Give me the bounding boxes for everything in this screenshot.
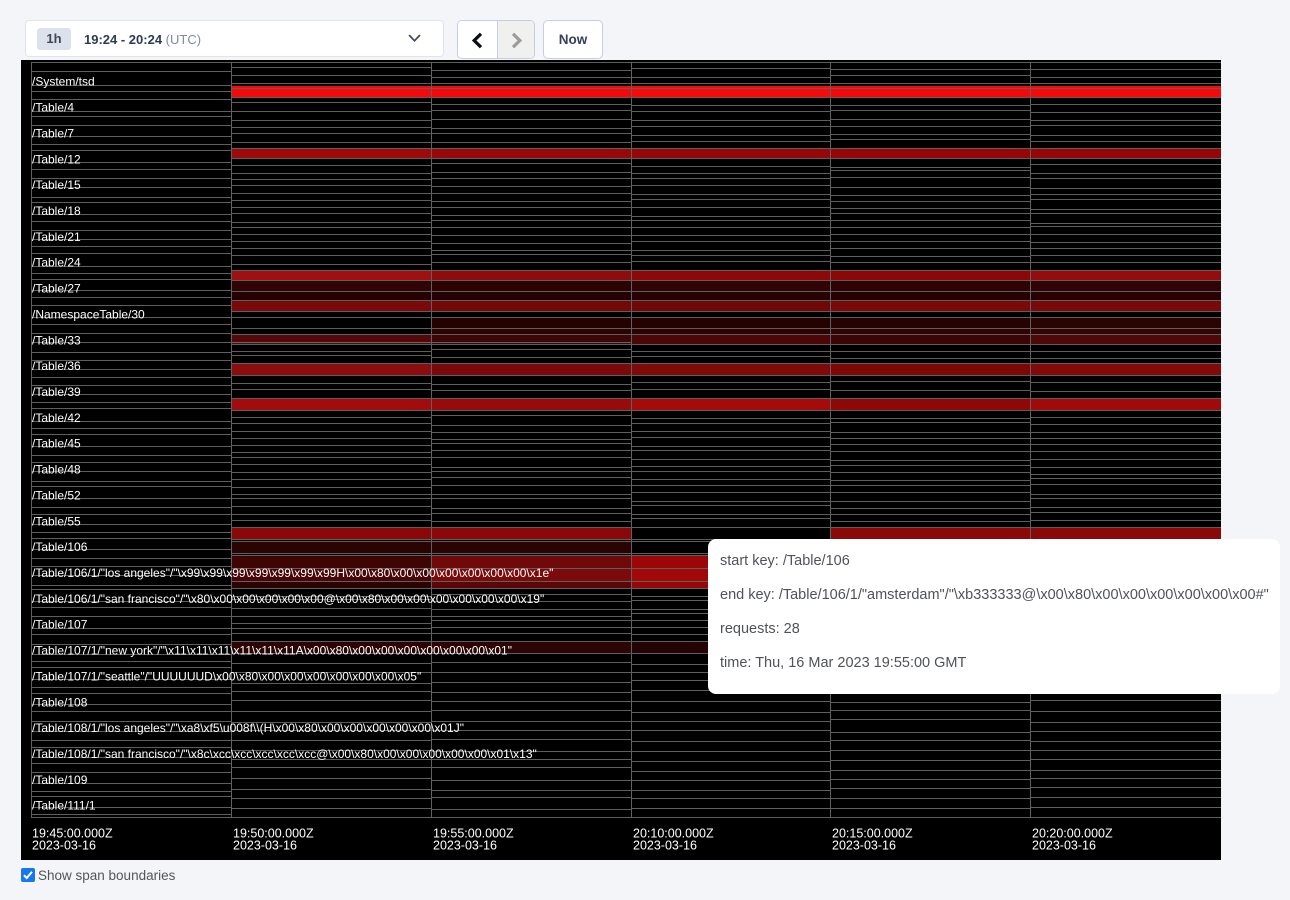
svg-text:/Table/55: /Table/55 <box>32 514 81 528</box>
svg-text:/Table/24: /Table/24 <box>32 256 81 270</box>
svg-text:/Table/108: /Table/108 <box>32 695 88 709</box>
svg-text:/Table/106/1/"san francisco"/": /Table/106/1/"san francisco"/"\x80\x00\x… <box>32 592 544 606</box>
svg-text:/Table/111/1: /Table/111/1 <box>32 799 96 813</box>
svg-text:/Table/109: /Table/109 <box>32 773 88 787</box>
svg-text:/Table/21: /Table/21 <box>32 230 81 244</box>
svg-text:/Table/15: /Table/15 <box>32 178 81 192</box>
svg-text:/Table/107/1/"new york"/"\x11\: /Table/107/1/"new york"/"\x11\x11\x11\x1… <box>32 644 512 658</box>
svg-text:/Table/106/1/"los angeles"/"\x: /Table/106/1/"los angeles"/"\x99\x99\x99… <box>32 566 553 580</box>
svg-text:/Table/39: /Table/39 <box>32 385 81 399</box>
svg-text:/Table/48: /Table/48 <box>32 463 81 477</box>
svg-text:/Table/12: /Table/12 <box>32 152 81 166</box>
svg-text:2023-03-16: 2023-03-16 <box>32 839 96 853</box>
svg-text:2023-03-16: 2023-03-16 <box>433 839 497 853</box>
svg-text:/Table/107: /Table/107 <box>32 618 88 632</box>
svg-text:/Table/36: /Table/36 <box>32 359 81 373</box>
svg-text:/Table/7: /Table/7 <box>32 126 74 140</box>
svg-text:/Table/107/1/"seattle"/"UUUUUU: /Table/107/1/"seattle"/"UUUUUUD\x00\x80\… <box>32 669 421 683</box>
svg-text:/Table/4: /Table/4 <box>32 101 74 115</box>
svg-text:/NamespaceTable/30: /NamespaceTable/30 <box>32 307 145 321</box>
svg-text:/Table/106: /Table/106 <box>32 540 88 554</box>
svg-text:/Table/52: /Table/52 <box>32 488 81 502</box>
svg-text:/Table/27: /Table/27 <box>32 282 81 296</box>
svg-text:/Table/42: /Table/42 <box>32 411 81 425</box>
svg-text:/Table/18: /Table/18 <box>32 204 81 218</box>
svg-text:/Table/45: /Table/45 <box>32 437 81 451</box>
svg-text:2023-03-16: 2023-03-16 <box>832 839 896 853</box>
svg-text:/Table/108/1/"san francisco"/": /Table/108/1/"san francisco"/"\x8c\xcc\x… <box>32 747 537 761</box>
svg-text:2023-03-16: 2023-03-16 <box>633 839 697 853</box>
svg-text:/Table/33: /Table/33 <box>32 333 81 347</box>
svg-text:2023-03-16: 2023-03-16 <box>233 839 297 853</box>
svg-text:/System/tsd: /System/tsd <box>32 75 95 89</box>
svg-text:2023-03-16: 2023-03-16 <box>1032 839 1096 853</box>
svg-text:/Table/108/1/"los angeles"/"\x: /Table/108/1/"los angeles"/"\xa8\xf5\u00… <box>32 721 464 735</box>
